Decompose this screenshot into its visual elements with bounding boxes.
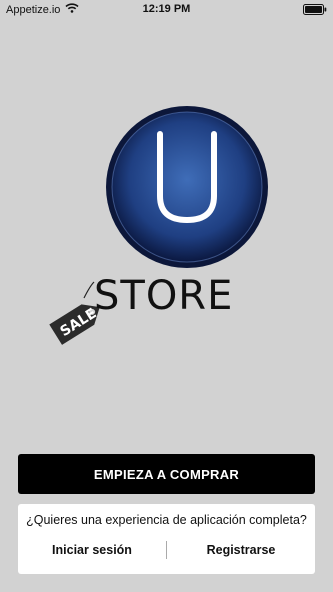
store-text: STORE: [94, 273, 234, 319]
brand-logo-emblem: [104, 104, 270, 270]
account-actions: Iniciar sesión Registrarse: [18, 540, 315, 560]
account-prompt: ¿Quieres una experiencia de aplicación c…: [26, 513, 307, 527]
status-time: 12:19 PM: [142, 3, 191, 15]
login-link[interactable]: Iniciar sesión: [18, 540, 166, 560]
start-shopping-button[interactable]: EMPIEZA A COMPRAR: [18, 454, 315, 494]
store-wordmark: SALE STORE: [36, 272, 286, 362]
register-link[interactable]: Registrarse: [167, 540, 315, 560]
battery-icon: [303, 4, 327, 18]
account-card: ¿Quieres una experiencia de aplicación c…: [18, 504, 315, 574]
status-bar: Appetize.io 12:19 PM: [0, 0, 333, 20]
